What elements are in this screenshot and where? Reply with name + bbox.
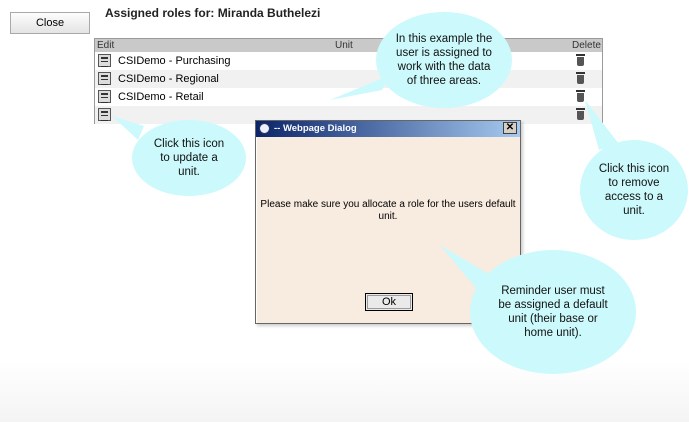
page-background-edge xyxy=(0,360,689,422)
edit-icon[interactable] xyxy=(98,54,111,67)
unit-name: CSIDemo - Purchasing xyxy=(118,55,231,67)
column-header-delete: Delete xyxy=(572,40,601,51)
dialog-message: Please make sure you allocate a role for… xyxy=(256,199,520,223)
ie-page-icon xyxy=(259,123,270,134)
close-button[interactable]: Close xyxy=(10,12,90,34)
dialog-title: -- Webpage Dialog xyxy=(274,123,357,134)
trash-icon[interactable] xyxy=(576,90,585,102)
dialog-message-line: unit. xyxy=(378,211,398,222)
column-header-unit: Unit xyxy=(335,40,353,51)
dialog-close-icon[interactable]: ✕ xyxy=(503,122,517,134)
dialog-titlebar[interactable]: -- Webpage Dialog ✕ xyxy=(256,121,520,137)
ok-button[interactable]: Ok xyxy=(365,293,413,311)
dialog-message-line: Please make sure you allocate a role for… xyxy=(260,199,516,210)
edit-icon[interactable] xyxy=(98,72,111,85)
callout-edit-icon: Click this icon to update a unit. xyxy=(132,120,246,196)
trash-icon[interactable] xyxy=(576,72,585,84)
callout-delete-icon: Click this icon to remove access to a un… xyxy=(580,140,688,240)
unit-name: CSIDemo - Regional xyxy=(118,73,219,85)
unit-name: CSIDemo - Retail xyxy=(118,91,204,103)
table-header: Edit Unit Delete xyxy=(95,39,602,52)
callout-example: In this example the user is assigned to … xyxy=(376,12,512,108)
page-title: Assigned roles for: Miranda Buthelezi xyxy=(105,6,321,20)
edit-icon[interactable] xyxy=(98,108,111,121)
edit-icon[interactable] xyxy=(98,90,111,103)
callout-reminder: Reminder user must be assigned a default… xyxy=(470,250,636,374)
trash-icon[interactable] xyxy=(576,54,585,66)
trash-icon[interactable] xyxy=(576,108,585,120)
column-header-edit: Edit xyxy=(97,40,115,51)
